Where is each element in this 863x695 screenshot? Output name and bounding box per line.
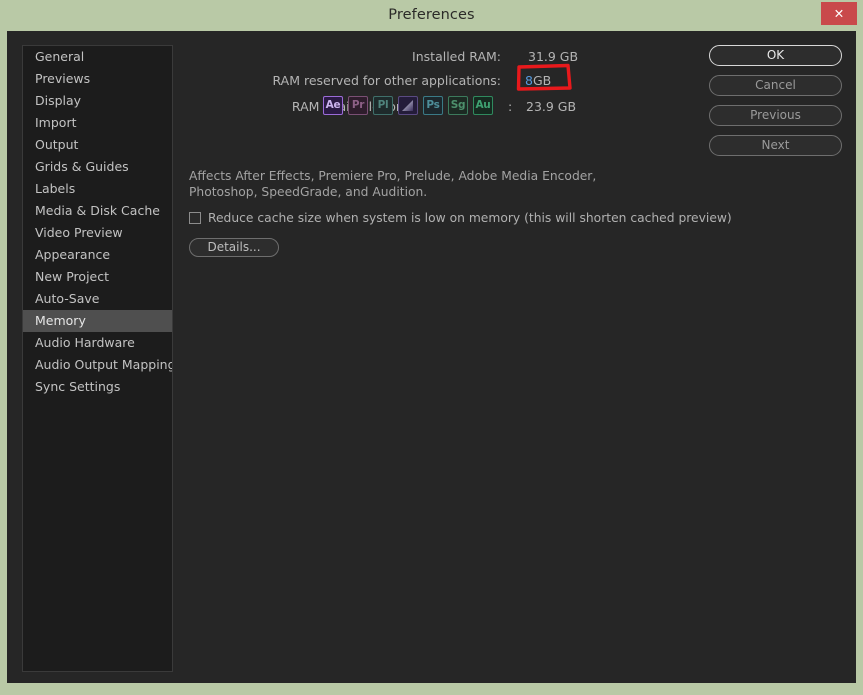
sidebar-item-labels[interactable]: Labels	[23, 178, 172, 200]
sidebar-item-appearance[interactable]: Appearance	[23, 244, 172, 266]
memory-settings-panel: Installed RAM: 31.9 GB RAM reserved for …	[183, 45, 753, 257]
next-button[interactable]: Next	[709, 135, 842, 156]
sidebar-item-audio-hardware[interactable]: Audio Hardware	[23, 332, 172, 354]
sidebar-item-auto-save[interactable]: Auto-Save	[23, 288, 172, 310]
reserved-ram-label: RAM reserved for other applications:	[272, 73, 502, 88]
window-titlebar: Preferences ✕	[0, 0, 863, 31]
sidebar-item-new-project[interactable]: New Project	[23, 266, 172, 288]
ram-available-value: 23.9 GB	[526, 99, 577, 114]
installed-ram-value: 31.9 GB	[528, 49, 579, 64]
sidebar-item-sync-settings[interactable]: Sync Settings	[23, 376, 172, 398]
reserved-ram-input[interactable]: 8	[525, 73, 533, 89]
close-icon[interactable]: ✕	[821, 2, 857, 25]
app-badge-media-encoder[interactable]	[398, 96, 418, 115]
installed-ram-label: Installed RAM:	[412, 49, 501, 64]
sidebar-item-output[interactable]: Output	[23, 134, 172, 156]
details-button[interactable]: Details...	[189, 238, 279, 257]
sidebar-item-grids-guides[interactable]: Grids & Guides	[23, 156, 172, 178]
reduce-cache-label: Reduce cache size when system is low on …	[208, 211, 732, 225]
preferences-dialog: General Previews Display Import Output Grids …	[7, 31, 856, 683]
adobe-app-badge-group[interactable]: Ae Pr Pl Ps Sg Au	[323, 96, 493, 115]
app-badge-premiere-pro[interactable]: Pr	[348, 96, 368, 115]
sidebar-item-general[interactable]: General	[23, 46, 172, 68]
app-badge-speedgrade[interactable]: Sg	[448, 96, 468, 115]
sidebar-item-media-disk-cache[interactable]: Media & Disk Cache	[23, 200, 172, 222]
affects-note: Affects After Effects, Premiere Pro, Pre…	[189, 169, 597, 199]
ram-available-row: RAM available for Ae Pr Pl Ps Sg Au : 23.9 GB	[183, 94, 753, 120]
app-badge-audition[interactable]: Au	[473, 96, 493, 115]
installed-ram-row: Installed RAM: 31.9 GB	[183, 45, 753, 68]
reserved-ram-unit: GB	[532, 73, 552, 88]
ram-available-colon: :	[508, 99, 513, 114]
window-title: Preferences	[388, 7, 475, 23]
sidebar-item-display[interactable]: Display	[23, 90, 172, 112]
preferences-category-list[interactable]: General Previews Display Import Output Grids …	[22, 45, 173, 672]
sidebar-item-previews[interactable]: Previews	[23, 68, 172, 90]
media-encoder-glyph	[402, 100, 413, 111]
sidebar-item-memory[interactable]: Memory	[23, 310, 172, 332]
sidebar-item-import[interactable]: Import	[23, 112, 172, 134]
reduce-cache-checkbox-row[interactable]: Reduce cache size when system is low on …	[189, 211, 732, 225]
app-badge-prelude[interactable]: Pl	[373, 96, 393, 115]
reserved-ram-field[interactable]: 8GB	[525, 68, 551, 94]
sidebar-item-audio-output-mapping[interactable]: Audio Output Mapping	[23, 354, 172, 376]
app-badge-photoshop[interactable]: Ps	[423, 96, 443, 115]
reserved-ram-row: RAM reserved for other applications: 8GB	[183, 63, 753, 94]
reduce-cache-checkbox[interactable]	[189, 212, 201, 224]
sidebar-item-video-preview[interactable]: Video Preview	[23, 222, 172, 244]
app-badge-after-effects[interactable]: Ae	[323, 96, 343, 115]
